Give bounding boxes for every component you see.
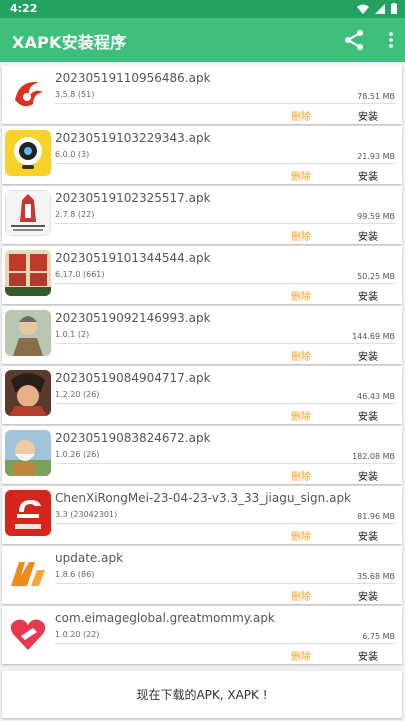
phoenix-logo-icon (5, 70, 51, 116)
status-time: 4:22 (10, 2, 38, 15)
apk-size: 6.75 MB (362, 632, 395, 641)
install-button[interactable]: 安装 (358, 348, 378, 363)
old-man-game-icon (5, 430, 51, 476)
divider (55, 163, 397, 164)
list-item: 20230519103229343.apk 6.0.0 (3) 21.93 MB… (2, 126, 402, 184)
share-icon[interactable] (343, 29, 365, 51)
install-button[interactable]: 安装 (358, 588, 378, 603)
divider (55, 523, 397, 524)
game-zelda-icon (5, 250, 51, 296)
list-item: com.eimageglobal.greatmommy.apk 1.0.20 (… (2, 606, 402, 664)
apk-name: 20230519083824672.apk (55, 431, 211, 445)
apk-size: 46.43 MB (357, 392, 395, 401)
apk-size: 81.96 MB (357, 512, 395, 521)
apk-version: 1.0.26 (26) (55, 450, 100, 459)
app-bar: XAPK安装程序 (0, 18, 405, 62)
apk-name: update.apk (55, 551, 124, 565)
divider (55, 583, 397, 584)
battery-icon (391, 3, 397, 14)
divider (55, 223, 397, 224)
apk-name: 20230519110956486.apk (55, 71, 211, 85)
delete-button[interactable]: 删除 (291, 648, 311, 663)
apk-size: 35.68 MB (357, 572, 395, 581)
list-item: 20230519092146993.apk 1.0.1 (2) 144.69 M… (2, 306, 402, 364)
apk-name: 20230519092146993.apk (55, 311, 211, 325)
delete-button[interactable]: 删除 (291, 348, 311, 363)
apk-version: 6.0.0 (3) (55, 150, 90, 159)
apk-size: 50.25 MB (357, 272, 395, 281)
list-item: 20230519110956486.apk 3.5.8 (51) 78.51 M… (2, 66, 402, 124)
list-item: 20230519102325517.apk 2.7.8 (22) 99.59 M… (2, 186, 402, 244)
hero-game-icon (5, 370, 51, 416)
list-item: 20230519101344544.apk 6.17.0 (661) 50.25… (2, 246, 402, 304)
list-item: 20230519084904717.apk 1.2.20 (26) 46.43 … (2, 366, 402, 424)
divider (55, 103, 397, 104)
install-button[interactable]: 安装 (358, 168, 378, 183)
apk-version: 6.17.0 (661) (55, 270, 105, 279)
apk-size: 21.93 MB (357, 152, 395, 161)
apk-size: 78.51 MB (357, 92, 395, 101)
apk-name: 20230519101344544.apk (55, 251, 211, 265)
apk-name: ChenXiRongMei-23-04-23-v3.3_33_jiagu_sig… (55, 491, 352, 505)
yellow-eye-icon (5, 130, 51, 176)
list-item: 20230519083824672.apk 1.0.26 (26) 182.08… (2, 426, 402, 484)
apk-version: 3.3 (23042301) (55, 510, 118, 519)
more-vert-icon[interactable] (388, 31, 394, 49)
install-button[interactable]: 安装 (358, 288, 378, 303)
heart-hand-icon (5, 610, 51, 656)
apk-version: 1.8.6 (86) (55, 570, 95, 579)
list-item: ChenXiRongMei-23-04-23-v3.3_33_jiagu_sig… (2, 486, 402, 544)
footer-banner[interactable]: 现在下载的APK, XAPK ! (2, 671, 402, 718)
delete-button[interactable]: 删除 (291, 408, 311, 423)
apk-version: 1.2.20 (26) (55, 390, 100, 399)
apk-size: 99.59 MB (357, 212, 395, 221)
delete-button[interactable]: 删除 (291, 168, 311, 183)
app-title: XAPK安装程序 (12, 33, 127, 52)
install-button[interactable]: 安装 (358, 468, 378, 483)
apk-version: 1.0.1 (2) (55, 330, 90, 339)
apk-name: com.eimageglobal.greatmommy.apk (55, 611, 275, 625)
apk-version: 2.7.8 (22) (55, 210, 95, 219)
orange-logo-icon (5, 550, 51, 596)
apk-size: 182.08 MB (352, 452, 395, 461)
divider (55, 463, 397, 464)
footer-text: 现在下载的APK, XAPK ! (136, 688, 268, 702)
apk-size: 144.69 MB (352, 332, 395, 341)
red-media-icon (5, 490, 51, 536)
install-button[interactable]: 安装 (358, 228, 378, 243)
install-button[interactable]: 安装 (358, 648, 378, 663)
signal-icon (375, 3, 385, 14)
divider (55, 403, 397, 404)
delete-button[interactable]: 删除 (291, 108, 311, 123)
apk-name: 20230519084904717.apk (55, 371, 211, 385)
delete-button[interactable]: 删除 (291, 528, 311, 543)
divider (55, 283, 397, 284)
warrior-game-icon (5, 310, 51, 356)
list-item: update.apk 1.8.6 (86) 35.68 MB 删除 安装 (2, 546, 402, 604)
delete-button[interactable]: 删除 (291, 468, 311, 483)
delete-button[interactable]: 删除 (291, 288, 311, 303)
status-icons (357, 3, 397, 14)
status-bar: 4:22 (0, 0, 405, 18)
divider (55, 343, 397, 344)
district-tower-icon (5, 190, 51, 236)
install-button[interactable]: 安装 (358, 408, 378, 423)
delete-button[interactable]: 删除 (291, 588, 311, 603)
wifi-icon (357, 4, 369, 14)
divider (55, 643, 397, 644)
apk-version: 3.5.8 (51) (55, 90, 95, 99)
apk-name: 20230519102325517.apk (55, 191, 211, 205)
apk-name: 20230519103229343.apk (55, 131, 211, 145)
install-button[interactable]: 安装 (358, 528, 378, 543)
apk-version: 1.0.20 (22) (55, 630, 100, 639)
install-button[interactable]: 安装 (358, 108, 378, 123)
delete-button[interactable]: 删除 (291, 228, 311, 243)
